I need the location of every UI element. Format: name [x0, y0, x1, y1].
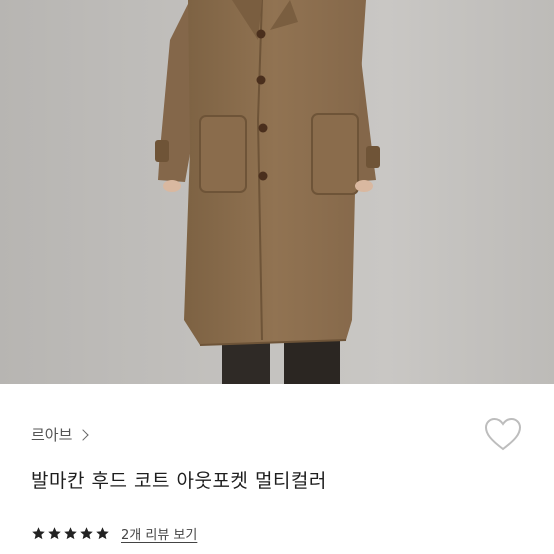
brand-name: 르아브: [31, 426, 73, 444]
review-link[interactable]: 2개 리뷰 보기: [121, 524, 197, 543]
rating-row: 2개 리뷰 보기: [31, 524, 197, 543]
product-detail-page: 르아브 발마칸 후드 코트 아웃포켓 멀티컬러 2개 리뷰 보기: [0, 0, 554, 554]
product-info: 르아브 발마칸 후드 코트 아웃포켓 멀티컬러 2개 리뷰 보기: [0, 384, 554, 554]
brand-link[interactable]: 르아브: [31, 424, 90, 445]
star-filled-icon: [48, 527, 61, 540]
star-filled-icon: [64, 527, 77, 540]
chevron-right-icon: [77, 429, 90, 441]
star-filled-icon: [96, 527, 109, 540]
wishlist-button[interactable]: [483, 415, 523, 455]
product-title: 발마칸 후드 코트 아웃포켓 멀티컬러: [31, 470, 327, 492]
star-filled-icon: [32, 527, 45, 540]
coat-illustration: [155, 0, 380, 384]
star-rating: [31, 526, 111, 541]
product-image[interactable]: [0, 0, 554, 384]
heart-outline-icon: [484, 417, 522, 451]
star-filled-icon: [80, 527, 93, 540]
